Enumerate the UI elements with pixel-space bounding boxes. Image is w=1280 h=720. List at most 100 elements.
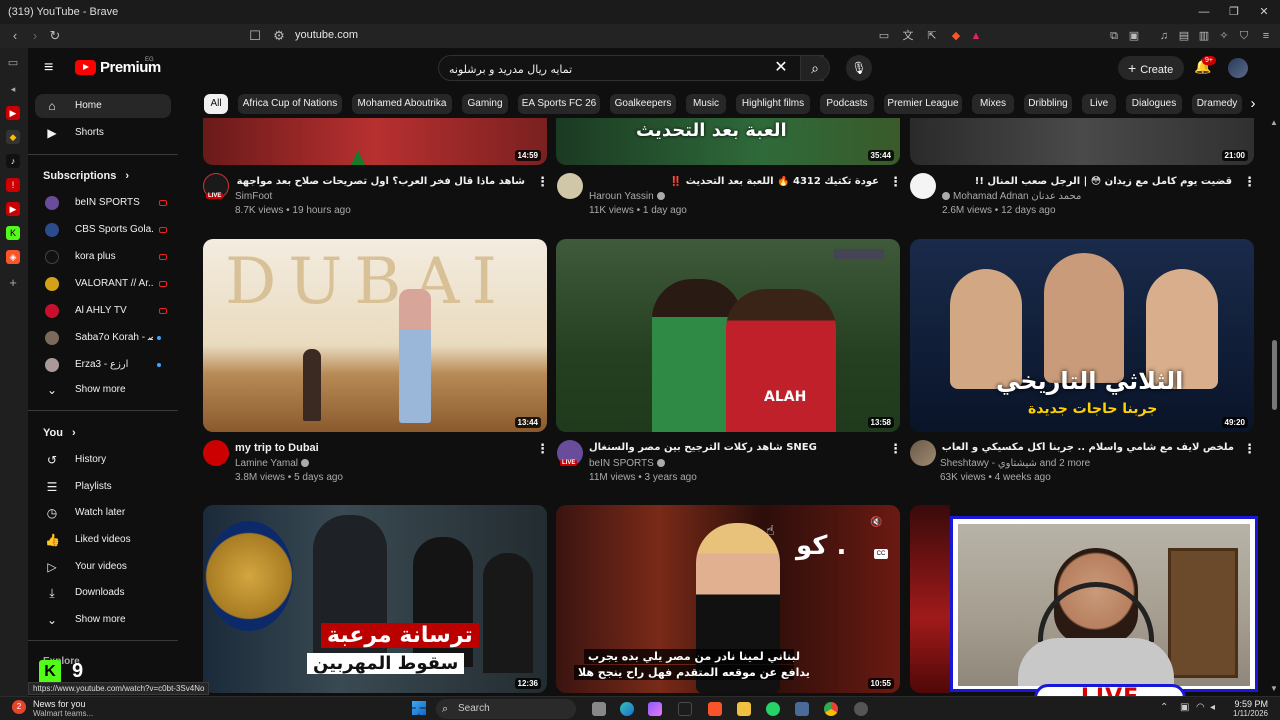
video-title[interactable]: ملخص لايف مع شامي واسلام .. جربنا أكل مك… bbox=[940, 442, 1234, 453]
chip-podcasts[interactable]: Podcasts bbox=[820, 94, 874, 114]
create-button[interactable]: + Create bbox=[1118, 56, 1184, 80]
address-bar-url[interactable]: youtube.com bbox=[295, 29, 358, 41]
video-thumbnail[interactable]: ALAH 13:58 bbox=[556, 239, 900, 432]
video-title[interactable]: قضيت يوم كامل مع زيدان 😳 | الرجل صعب الم… bbox=[942, 176, 1232, 187]
more-options-icon[interactable]: ⋮ bbox=[536, 174, 549, 190]
vpn-icon[interactable]: ⛉ bbox=[1236, 28, 1252, 44]
add-panel-icon[interactable]: + bbox=[6, 276, 20, 290]
chrome-icon[interactable] bbox=[824, 702, 838, 716]
video-title[interactable]: my trip to Dubai bbox=[235, 442, 319, 454]
wifi-icon[interactable]: ◠ bbox=[1196, 702, 1205, 713]
brave-shields-icon[interactable]: ◆ bbox=[948, 28, 964, 44]
sidebar-item-kora-plus[interactable]: kora plus bbox=[35, 245, 171, 269]
taskbar-search[interactable]: ⌕ Search bbox=[436, 699, 576, 719]
wallet-icon[interactable]: ▥ bbox=[1196, 28, 1212, 44]
sidebar-item-saba7o-korah[interactable]: Saba7o Korah - ﺻ... bbox=[35, 326, 171, 350]
clear-search-icon[interactable]: ✕ bbox=[770, 57, 792, 79]
sidebar-item-liked-videos[interactable]: 👍 Liked videos bbox=[35, 528, 171, 552]
chip-mohamed-aboutrika[interactable]: Mohamed Aboutrika bbox=[352, 94, 452, 114]
closed-captions-icon[interactable]: CC bbox=[874, 549, 888, 559]
video-thumbnail[interactable]: كو . 🔇 CC لبناني لمينا نادر من مصر يلي ب… bbox=[556, 505, 900, 693]
youtube-logo-icon[interactable] bbox=[75, 60, 96, 75]
cast-icon[interactable]: ▭ bbox=[876, 28, 892, 44]
sidebar-item-your-videos[interactable]: ▷ Your videos bbox=[35, 555, 171, 579]
volume-icon[interactable]: ◂ bbox=[1210, 702, 1215, 713]
channel-avatar[interactable] bbox=[910, 440, 936, 466]
more-options-icon[interactable]: ⋮ bbox=[889, 174, 902, 190]
app-icon[interactable] bbox=[678, 702, 692, 716]
sidebar-item-al-ahly-tv[interactable]: Al AHLY TV bbox=[35, 299, 171, 323]
brave-news-icon[interactable]: ◈ bbox=[6, 250, 20, 264]
store-icon[interactable] bbox=[795, 702, 809, 716]
whatsapp-icon[interactable] bbox=[766, 702, 780, 716]
chip-dribbling[interactable]: Dribbling bbox=[1024, 94, 1072, 114]
scroll-down-icon[interactable]: ▼ bbox=[1270, 684, 1278, 693]
sidebar-item-home[interactable]: ⌂ Home bbox=[35, 94, 171, 118]
sidebar-show-more-subscriptions[interactable]: ⌄ Show more bbox=[35, 378, 171, 402]
copilot-icon[interactable] bbox=[648, 702, 662, 716]
tab-search-icon[interactable]: ▣ bbox=[1126, 28, 1142, 44]
task-view-icon[interactable] bbox=[592, 702, 606, 716]
channel-avatar[interactable] bbox=[557, 173, 583, 199]
video-title[interactable]: شاهد ركلات الترجيح بين مصر والسنغال SNEG bbox=[589, 442, 879, 453]
video-title[interactable]: شاهد ماذا قال فخر العرب؟ أول تصريحات صلا… bbox=[235, 176, 525, 187]
more-options-icon[interactable]: ⋮ bbox=[536, 441, 549, 457]
chip-highlight-films[interactable]: Highlight films bbox=[736, 94, 810, 114]
video-thumbnail[interactable]: ترسانة مرعبة سقوط المهربين 12:36 bbox=[203, 505, 547, 693]
channel-name[interactable]: beIN SPORTS bbox=[589, 458, 665, 469]
chip-africa-cup[interactable]: Africa Cup of Nations bbox=[238, 94, 342, 114]
audio-icon[interactable]: ◂ bbox=[6, 82, 20, 96]
sidebar-show-more-you[interactable]: ⌄ Show more bbox=[35, 608, 171, 632]
brave-rewards-icon[interactable]: ▲ bbox=[968, 28, 984, 44]
scroll-up-icon[interactable]: ▲ bbox=[1270, 118, 1278, 127]
extensions-icon[interactable]: ⧉ bbox=[1106, 28, 1122, 44]
video-thumbnail[interactable] bbox=[910, 505, 950, 693]
more-options-icon[interactable]: ⋮ bbox=[1243, 174, 1256, 190]
mute-icon[interactable]: 🔇 bbox=[870, 517, 886, 531]
chip-all[interactable]: All bbox=[204, 94, 228, 114]
translate-icon[interactable]: 文 bbox=[900, 28, 916, 44]
close-window-button[interactable]: ✕ bbox=[1256, 4, 1272, 20]
tray-chevron-icon[interactable]: ⌃ bbox=[1160, 702, 1168, 713]
channel-name[interactable]: Lamine Yamal bbox=[235, 458, 309, 469]
chip-goalkeepers[interactable]: Goalkeepers bbox=[610, 94, 676, 114]
sidebar-item-playlists[interactable]: ☰ Playlists bbox=[35, 475, 171, 499]
more-options-icon[interactable]: ⋮ bbox=[889, 441, 902, 457]
sidebar-item-watch-later[interactable]: ◷ Watch later bbox=[35, 501, 171, 525]
tray-icon[interactable]: ▣ bbox=[1180, 702, 1189, 713]
file-explorer-icon[interactable] bbox=[737, 702, 751, 716]
site-info-icon[interactable]: ⚙ bbox=[270, 27, 288, 45]
video-thumbnail[interactable]: 21:00 bbox=[910, 118, 1254, 165]
channel-name[interactable]: Haroun Yassin bbox=[589, 191, 665, 202]
forward-icon[interactable]: › bbox=[26, 27, 44, 45]
news-title[interactable]: News for you bbox=[33, 699, 86, 709]
chip-dramedy[interactable]: Dramedy bbox=[1192, 94, 1242, 114]
channel-avatar[interactable] bbox=[910, 173, 936, 199]
sidebar-item-downloads[interactable]: ⤓ Downloads bbox=[35, 581, 171, 605]
search-input[interactable] bbox=[449, 60, 769, 78]
sidebar-toggle-icon[interactable]: ▤ bbox=[1176, 28, 1192, 44]
edge-icon[interactable] bbox=[620, 702, 634, 716]
clock-time[interactable]: 9:59 PM bbox=[1226, 699, 1268, 709]
chip-live[interactable]: Live bbox=[1082, 94, 1116, 114]
kick-app-icon[interactable]: K bbox=[6, 226, 20, 240]
red-app-icon[interactable]: ! bbox=[6, 178, 20, 192]
browser-menu-icon[interactable]: ≡ bbox=[1258, 28, 1274, 44]
sidebar-item-valorant[interactable]: VALORANT // Ar... bbox=[35, 272, 171, 296]
brave-app-icon[interactable]: ◆ bbox=[6, 130, 20, 144]
video-thumbnail[interactable]: الثلاثي التاريخي جربنا حاجات جديدة 49:20 bbox=[910, 239, 1254, 432]
sidebar-item-history[interactable]: ↺ History bbox=[35, 448, 171, 472]
panel-icon[interactable]: ▭ bbox=[6, 56, 20, 70]
back-icon[interactable]: ‹ bbox=[6, 27, 24, 45]
account-avatar[interactable] bbox=[1228, 58, 1248, 78]
channel-name[interactable]: Mohamad Adnan محمد عدنان bbox=[942, 191, 1081, 202]
tiktok-app-icon[interactable]: ♪ bbox=[6, 154, 20, 168]
microphone-icon[interactable]: 🎙 bbox=[846, 55, 872, 81]
search-box[interactable] bbox=[438, 55, 824, 81]
news-subtitle[interactable]: Walmart teams... bbox=[33, 709, 93, 718]
search-button[interactable]: ⌕ bbox=[800, 55, 830, 81]
more-options-icon[interactable]: ⋮ bbox=[1243, 441, 1256, 457]
sidebar-item-cbs-sports[interactable]: CBS Sports Gola... bbox=[35, 218, 171, 242]
sidebar-item-bein-sports[interactable]: beIN SPORTS bbox=[35, 191, 171, 215]
you-heading[interactable]: You › bbox=[43, 427, 76, 439]
